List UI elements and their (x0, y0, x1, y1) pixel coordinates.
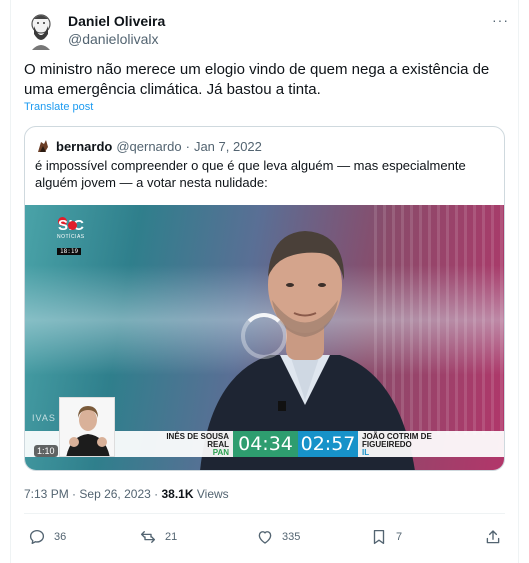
bookmark-button[interactable]: 7 (370, 526, 402, 548)
background-caption: IVAS (32, 413, 56, 423)
separator-dot: · (72, 487, 77, 501)
author-name[interactable]: Daniel Oliveira (68, 12, 165, 30)
right-candidate: JOÃO COTRIM DE FIGUEIREDO IL (362, 433, 472, 457)
quoted-post-text: é impossível compreender o que é que lev… (35, 158, 466, 190)
post-meta: 7:13 PM · Sep 26, 2023 · 38.1K Views (24, 487, 229, 501)
tweet-header: Daniel Oliveira @danielolivalx ··· (28, 10, 509, 50)
avatar[interactable] (28, 10, 54, 50)
views-label: Views (196, 487, 229, 501)
more-icon[interactable]: ··· (492, 12, 509, 28)
like-button[interactable]: 335 (256, 526, 300, 548)
bookmark-icon (373, 529, 385, 545)
quoted-post-header: bernardo @qernardo · Jan 7, 2022 (35, 137, 262, 155)
right-timer: 02:57 (298, 431, 358, 457)
right-candidate-party: IL (362, 448, 370, 457)
separator-dot: · (154, 487, 159, 501)
reply-count: 36 (54, 531, 67, 543)
sign-language-interpreter-inset (59, 397, 115, 457)
left-candidate-party: PAN (212, 448, 229, 457)
quoted-post-date[interactable]: Jan 7, 2022 (194, 139, 262, 154)
divider (24, 513, 505, 514)
post-date[interactable]: Sep 26, 2023 (79, 487, 150, 501)
repost-icon (140, 531, 156, 543)
channel-name: SIC (57, 217, 85, 234)
quoted-author-name[interactable]: bernardo (56, 139, 112, 154)
channel-subtitle: NOTÍCIAS (57, 234, 85, 240)
heart-icon (258, 531, 272, 544)
left-candidate-name: INÊS DE SOUSA REAL (166, 432, 229, 449)
channel-logo-dot (68, 221, 77, 230)
post-time[interactable]: 7:13 PM (24, 487, 69, 501)
video-duration: 1:10 (34, 445, 58, 457)
channel-logo: SIC NOTÍCIAS 18:19 (57, 217, 85, 258)
channel-name-text: SIC (58, 217, 84, 234)
like-count: 335 (282, 531, 301, 543)
quoted-author-handle[interactable]: @qernardo (116, 139, 181, 154)
right-border (518, 0, 519, 563)
broadcast-clock: 18:19 (57, 248, 82, 255)
share-icon (486, 530, 500, 544)
quoted-post[interactable]: bernardo @qernardo · Jan 7, 2022 é impos… (24, 126, 505, 471)
reply-button[interactable]: 36 (28, 526, 66, 548)
translate-link[interactable]: Translate post (24, 101, 93, 113)
video-player[interactable]: SIC NOTÍCIAS 18:19 IVAS INÊS DE SOUSA RE… (25, 205, 504, 470)
tweet: Daniel Oliveira @danielolivalx ··· O min… (0, 0, 529, 563)
left-border (10, 0, 11, 563)
loading-spinner-icon (241, 313, 287, 359)
bookmark-count: 7 (396, 531, 403, 543)
share-button[interactable] (484, 526, 510, 548)
repost-count: 21 (165, 531, 178, 543)
author-handle[interactable]: @danielolivalx (68, 30, 165, 48)
repost-button[interactable]: 21 (139, 526, 177, 548)
right-candidate-name: JOÃO COTRIM DE FIGUEIREDO (362, 432, 432, 449)
quoted-avatar[interactable] (35, 138, 51, 154)
left-candidate: INÊS DE SOUSA REAL PAN (155, 433, 229, 457)
author-block: Daniel Oliveira @danielolivalx (68, 12, 165, 48)
views-count[interactable]: 38.1K (161, 487, 193, 501)
left-timer: 04:34 (233, 431, 298, 457)
separator-dot: · (185, 138, 190, 154)
action-bar: 36 21 335 7 (24, 526, 504, 548)
reply-icon (29, 529, 45, 545)
post-text: O ministro não merece um elogio vindo de… (24, 61, 490, 98)
